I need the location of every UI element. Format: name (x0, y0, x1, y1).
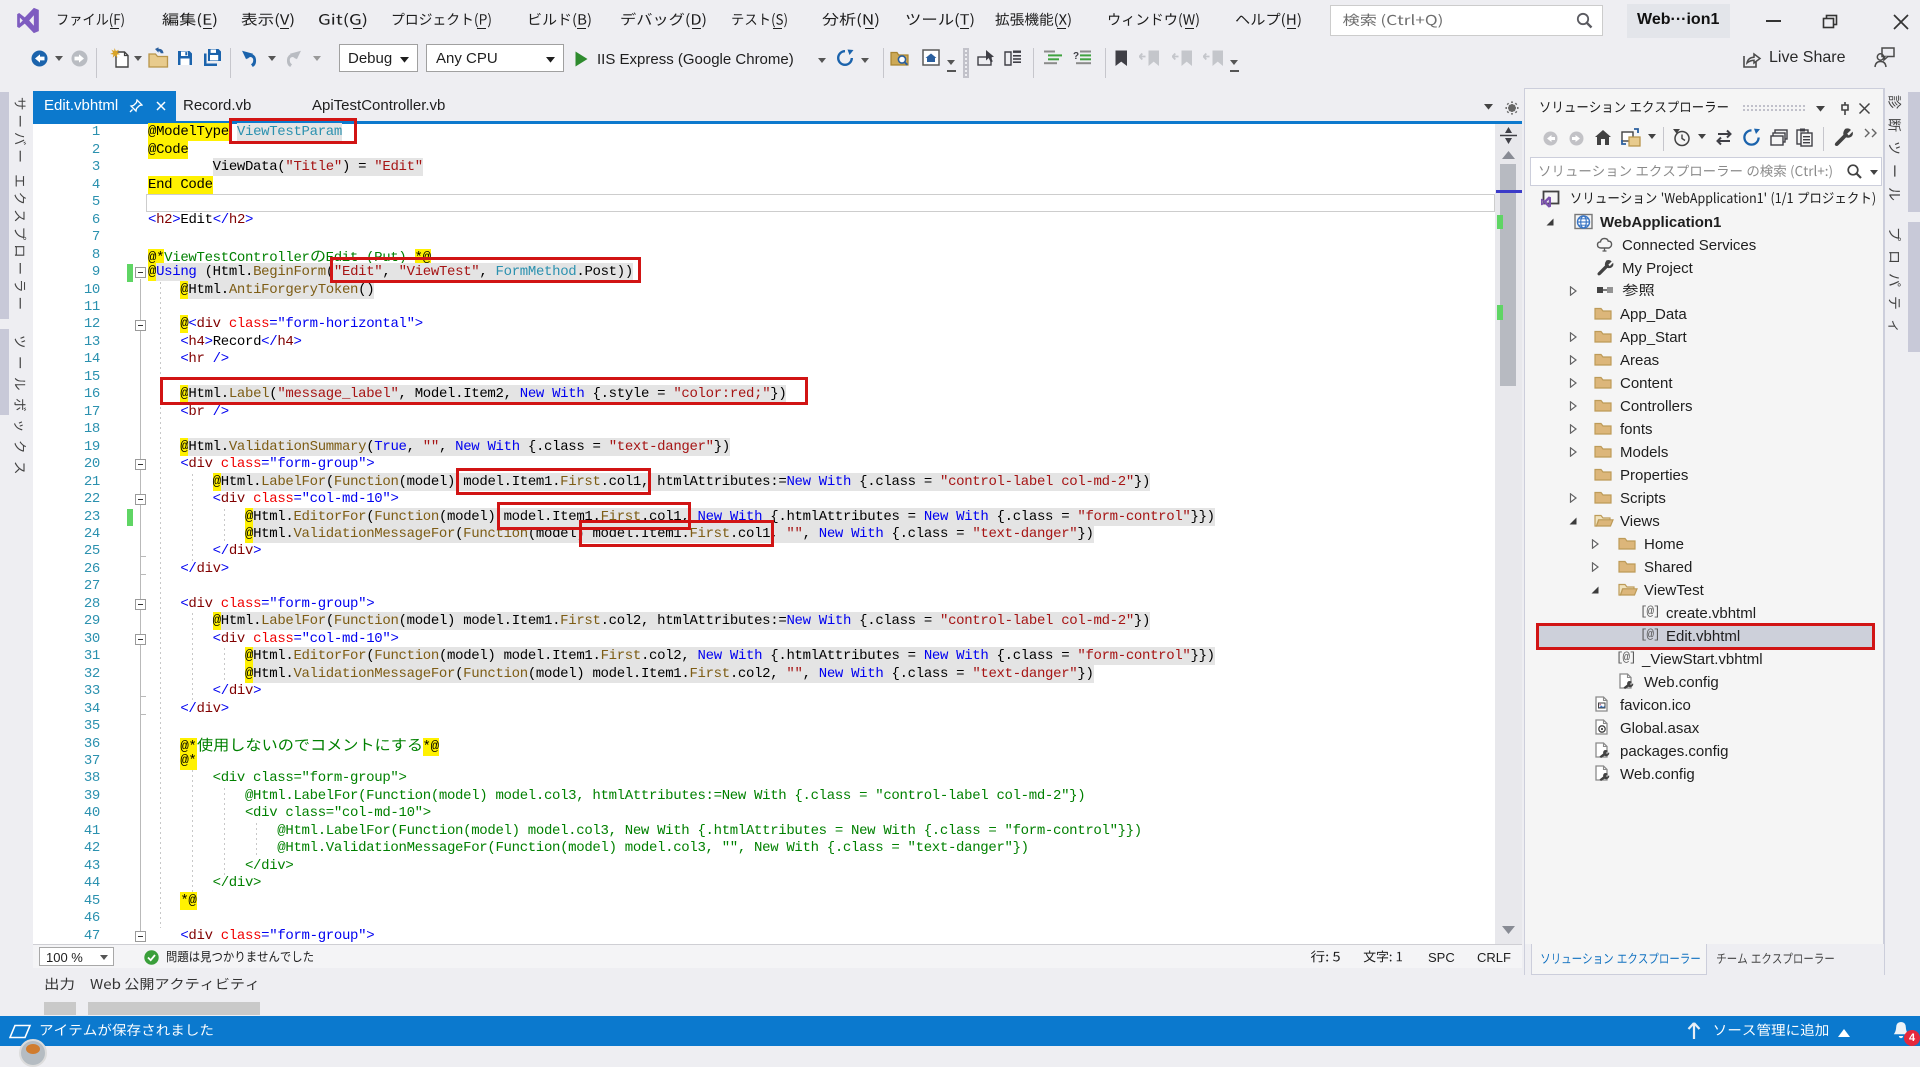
svg-text:?: ? (1073, 51, 1079, 62)
